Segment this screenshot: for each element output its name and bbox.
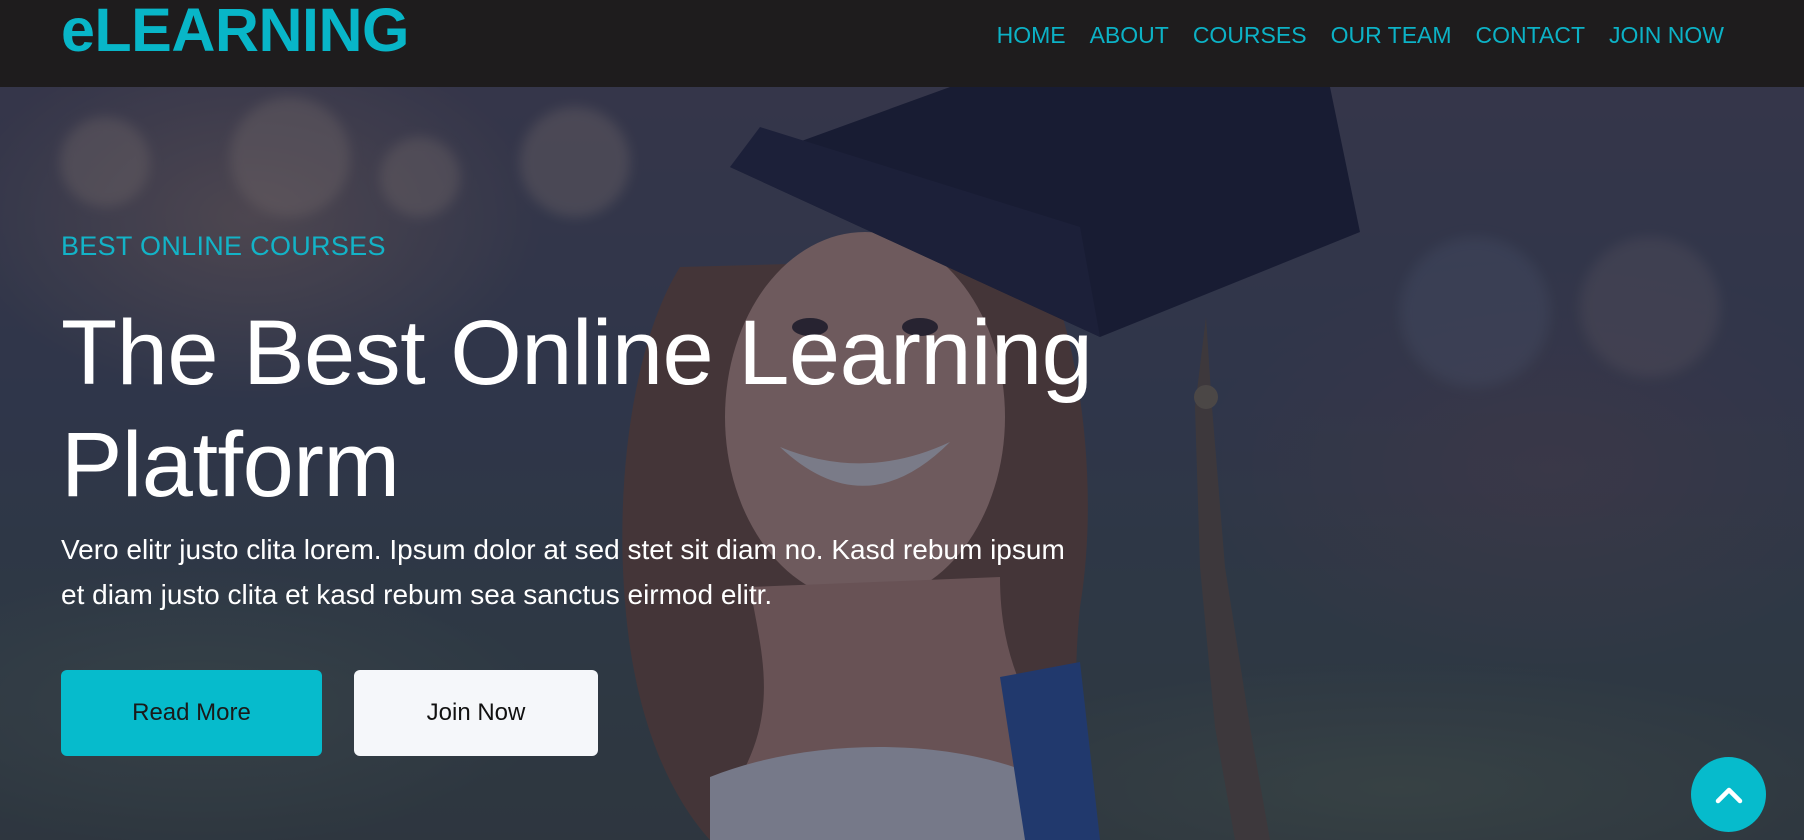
join-now-button[interactable]: Join Now — [354, 670, 598, 756]
page: eLEARNING HOME ABOUT COURSES OUR TEAM CO… — [0, 0, 1804, 840]
nav-item-home[interactable]: HOME — [997, 22, 1066, 49]
nav-item-contact[interactable]: CONTACT — [1476, 22, 1585, 49]
hero-section: BEST ONLINE COURSES The Best Online Lear… — [0, 87, 1804, 840]
hero-description-line-1: Vero elitr justo clita lorem. Ipsum dolo… — [61, 534, 1065, 565]
nav-item-courses[interactable]: COURSES — [1193, 22, 1307, 49]
navbar: eLEARNING HOME ABOUT COURSES OUR TEAM CO… — [0, 0, 1804, 87]
brand-logo[interactable]: eLEARNING — [61, 0, 409, 65]
nav-item-join-now[interactable]: JOIN NOW — [1609, 22, 1724, 49]
hero-headline-line-1: The Best Online Learning — [61, 302, 1093, 404]
hero-headline-line-2: Platform — [61, 414, 400, 516]
hero-description: Vero elitr justo clita lorem. Ipsum dolo… — [61, 527, 1161, 617]
nav-menu: HOME ABOUT COURSES OUR TEAM CONTACT JOIN… — [973, 0, 1804, 70]
hero-eyebrow: BEST ONLINE COURSES — [61, 231, 386, 261]
read-more-button[interactable]: Read More — [61, 670, 322, 756]
chevron-up-icon — [1715, 787, 1742, 803]
back-to-top-button[interactable] — [1691, 757, 1766, 832]
hero-description-line-2: et diam justo clita et kasd rebum sea sa… — [61, 579, 773, 610]
hero-headline: The Best Online Learning Platform — [61, 297, 1211, 521]
nav-item-about[interactable]: ABOUT — [1090, 22, 1169, 49]
nav-item-our-team[interactable]: OUR TEAM — [1331, 22, 1452, 49]
